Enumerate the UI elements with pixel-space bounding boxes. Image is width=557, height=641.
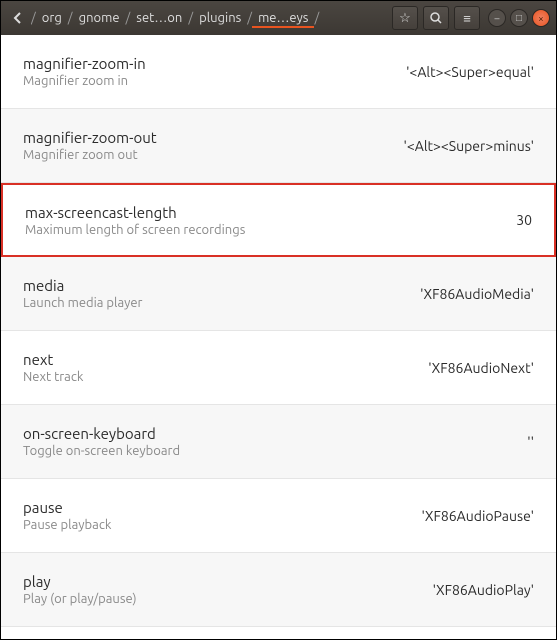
row-key: max-screencast-length bbox=[25, 204, 516, 221]
settings-row[interactable]: magnifier-zoom-in Magnifier zoom in'<Alt>… bbox=[1, 35, 556, 109]
settings-row[interactable]: max-screencast-length Maximum length of s… bbox=[1, 183, 556, 257]
row-text: pause Pause playback bbox=[23, 499, 422, 532]
row-description: Magnifier zoom in bbox=[23, 74, 406, 88]
row-value: 'XF86AudioMedia' bbox=[420, 286, 534, 302]
row-value: '<Alt><Super>equal' bbox=[406, 64, 534, 80]
row-description: Play (or play/pause) bbox=[23, 592, 433, 606]
row-value: '' bbox=[527, 434, 534, 450]
settings-row[interactable]: magnifier-zoom-out Magnifier zoom out'<Al… bbox=[1, 109, 556, 183]
menu-button[interactable]: ≡ bbox=[454, 6, 480, 30]
row-key: next bbox=[23, 351, 428, 368]
row-key: media bbox=[23, 277, 420, 294]
row-key: magnifier-zoom-in bbox=[23, 55, 406, 72]
settings-row[interactable]: play Play (or play/pause)'XF86AudioPlay' bbox=[1, 553, 556, 627]
settings-row[interactable]: pause Pause playback'XF86AudioPause' bbox=[1, 479, 556, 553]
settings-row[interactable]: previousPrevious track'XF86AudioPrev' bbox=[1, 627, 556, 641]
bookmark-button[interactable]: ☆ bbox=[392, 6, 418, 30]
settings-row[interactable]: next Next track'XF86AudioNext' bbox=[1, 331, 556, 405]
row-value: 'XF86AudioPause' bbox=[422, 508, 534, 524]
row-text: magnifier-zoom-in Magnifier zoom in bbox=[23, 55, 406, 88]
row-description: Toggle on-screen keyboard bbox=[23, 444, 527, 458]
row-value: '<Alt><Super>minus' bbox=[403, 138, 534, 154]
breadcrumbs: /org/gnome/set…on/plugins/me…eys/ bbox=[31, 9, 387, 28]
breadcrumb-item[interactable]: org bbox=[36, 9, 68, 27]
row-description: Maximum length of screen recordings bbox=[25, 223, 516, 237]
breadcrumb-separator: / bbox=[314, 11, 319, 25]
row-text: media Launch media player bbox=[23, 277, 420, 310]
settings-list: magnifier-zoom-inMagnifier zoom in'<Alt>… bbox=[1, 35, 556, 641]
row-description: Pause playback bbox=[23, 518, 422, 532]
row-description: Launch media player bbox=[23, 296, 420, 310]
row-value: 'XF86AudioNext' bbox=[428, 360, 534, 376]
row-value: 30 bbox=[516, 212, 532, 228]
breadcrumb-item[interactable]: plugins bbox=[193, 9, 247, 27]
minimize-button[interactable]: – bbox=[488, 9, 506, 27]
row-text: max-screencast-length Maximum length of s… bbox=[25, 204, 516, 237]
row-description: Magnifier zoom out bbox=[23, 148, 403, 162]
breadcrumb-item[interactable]: me…eys bbox=[252, 9, 314, 28]
row-key: magnifier-zoom-out bbox=[23, 129, 403, 146]
settings-row[interactable]: media Launch media player'XF86AudioMedia' bbox=[1, 257, 556, 331]
search-button[interactable] bbox=[423, 6, 449, 30]
back-icon[interactable] bbox=[7, 7, 29, 29]
row-text: magnifier-zoom-out Magnifier zoom out bbox=[23, 129, 403, 162]
window-controls: – □ × bbox=[488, 9, 550, 27]
row-text: next Next track bbox=[23, 351, 428, 384]
row-text: on-screen-keyboard Toggle on-screen keybo… bbox=[23, 425, 527, 458]
row-value: 'XF86AudioPlay' bbox=[433, 582, 534, 598]
titlebar: /org/gnome/set…on/plugins/me…eys/ ☆ ≡ – … bbox=[1, 1, 556, 35]
settings-row[interactable]: on-screen-keyboard Toggle on-screen keybo… bbox=[1, 405, 556, 479]
row-key: pause bbox=[23, 499, 422, 516]
breadcrumb-item[interactable]: gnome bbox=[73, 9, 126, 27]
row-key: play bbox=[23, 573, 433, 590]
breadcrumb-item[interactable]: set…on bbox=[130, 9, 188, 27]
maximize-button[interactable]: □ bbox=[510, 9, 528, 27]
row-key: on-screen-keyboard bbox=[23, 425, 527, 442]
row-text: play Play (or play/pause) bbox=[23, 573, 433, 606]
close-button[interactable]: × bbox=[532, 9, 550, 27]
row-description: Next track bbox=[23, 370, 428, 384]
